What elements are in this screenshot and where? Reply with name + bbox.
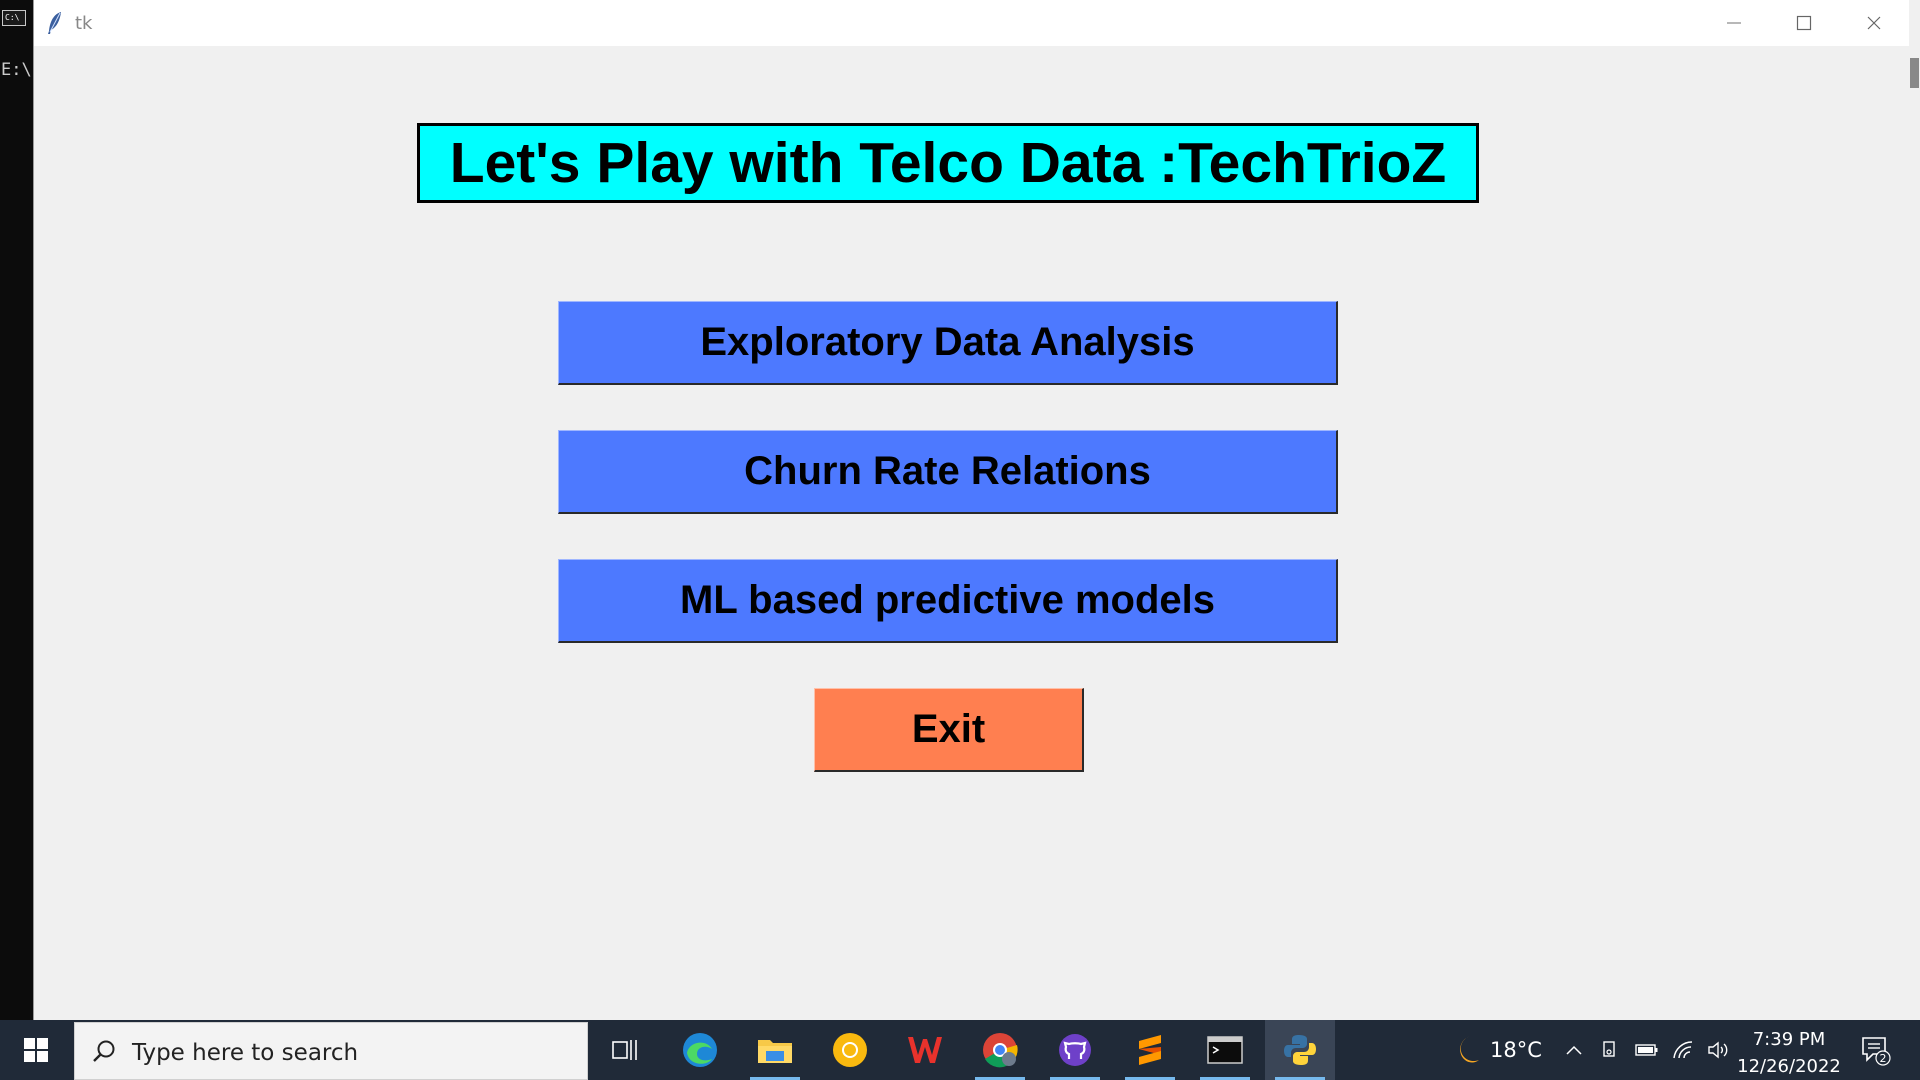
sublime-text-icon	[1139, 1035, 1161, 1065]
terminal-icon	[1207, 1036, 1243, 1064]
search-icon	[93, 1040, 115, 1062]
meet-now-icon	[1603, 1041, 1615, 1057]
notification-center-button[interactable]: 2	[1852, 1020, 1898, 1080]
tk-window: tk Let's Play with Telco Data :TechTrioZ…	[33, 0, 1909, 1020]
app-title-banner: Let's Play with Telco Data :TechTrioZ	[417, 123, 1479, 203]
taskbar-clock[interactable]: 7:39 PM 12/26/2022	[1736, 1026, 1842, 1080]
taskbar-github-desktop[interactable]	[1040, 1020, 1110, 1080]
windows-logo-icon	[24, 1038, 48, 1062]
task-view-icon	[612, 1040, 637, 1060]
maximize-button[interactable]	[1769, 0, 1839, 46]
task-view-button[interactable]	[590, 1020, 660, 1080]
clock-date: 12/26/2022	[1737, 1056, 1841, 1077]
start-button[interactable]	[0, 1020, 72, 1080]
taskbar-file-explorer[interactable]	[740, 1020, 810, 1080]
python-icon	[1284, 1035, 1316, 1065]
taskbar-edge[interactable]	[665, 1020, 735, 1080]
battery-status[interactable]	[1633, 1020, 1661, 1080]
taskbar-search-box[interactable]: Type here to search	[74, 1022, 588, 1080]
tk-feather-icon	[46, 11, 64, 35]
taskbar-python[interactable]	[1265, 1020, 1335, 1080]
exploratory-data-analysis-button[interactable]: Exploratory Data Analysis	[558, 301, 1338, 385]
maximize-icon	[1796, 15, 1812, 31]
wps-office-icon	[908, 1037, 942, 1063]
close-icon	[1867, 16, 1881, 30]
exit-button[interactable]: Exit	[814, 688, 1084, 772]
notification-icon: 2	[1862, 1037, 1891, 1066]
weather-moon[interactable]	[1440, 1020, 1490, 1080]
chrome-canary-icon	[833, 1033, 867, 1067]
minimize-button[interactable]	[1699, 0, 1769, 46]
meet-now-button[interactable]	[1597, 1020, 1623, 1080]
minimize-icon	[1727, 22, 1741, 24]
search-placeholder: Type here to search	[132, 1040, 359, 1066]
taskbar-chrome-canary[interactable]	[815, 1020, 885, 1080]
github-icon	[1059, 1034, 1091, 1066]
chrome-icon	[983, 1033, 1018, 1068]
wifi-icon	[1673, 1041, 1693, 1059]
notification-badge: 2	[1880, 1052, 1887, 1065]
taskbar-sublime-text[interactable]	[1115, 1020, 1185, 1080]
weather-temperature[interactable]: 18°C	[1490, 1020, 1542, 1080]
folder-icon	[758, 1040, 792, 1063]
network-status[interactable]	[1670, 1020, 1698, 1080]
clock-time: 7:39 PM	[1752, 1029, 1826, 1050]
show-hidden-icons-button[interactable]	[1561, 1020, 1587, 1080]
scrollbar-thumb[interactable]	[1910, 58, 1919, 88]
volume-control[interactable]	[1705, 1020, 1733, 1080]
console-app-icon: C:\	[2, 10, 26, 26]
close-button[interactable]	[1839, 0, 1909, 46]
moon-icon	[1460, 1036, 1479, 1063]
background-window-edge	[1909, 0, 1920, 1020]
window-title: tk	[75, 13, 93, 34]
window-titlebar[interactable]: tk	[34, 0, 1909, 46]
battery-icon	[1635, 1044, 1658, 1056]
churn-rate-relations-button[interactable]: Churn Rate Relations	[558, 430, 1338, 514]
chevron-up-icon	[1566, 1045, 1582, 1055]
taskbar-chrome[interactable]	[965, 1020, 1035, 1080]
window-client-area: Let's Play with Telco Data :TechTrioZ Ex…	[34, 46, 1909, 1020]
console-prompt-text: E:\	[1, 60, 32, 80]
taskbar-wps-office[interactable]	[890, 1020, 960, 1080]
edge-icon	[683, 1033, 717, 1067]
taskbar: Type here to search 18°C 7:39 PM 12/26/2…	[0, 1020, 1920, 1080]
speaker-icon	[1708, 1041, 1728, 1059]
taskbar-terminal[interactable]	[1190, 1020, 1260, 1080]
ml-predictive-models-button[interactable]: ML based predictive models	[558, 559, 1338, 643]
